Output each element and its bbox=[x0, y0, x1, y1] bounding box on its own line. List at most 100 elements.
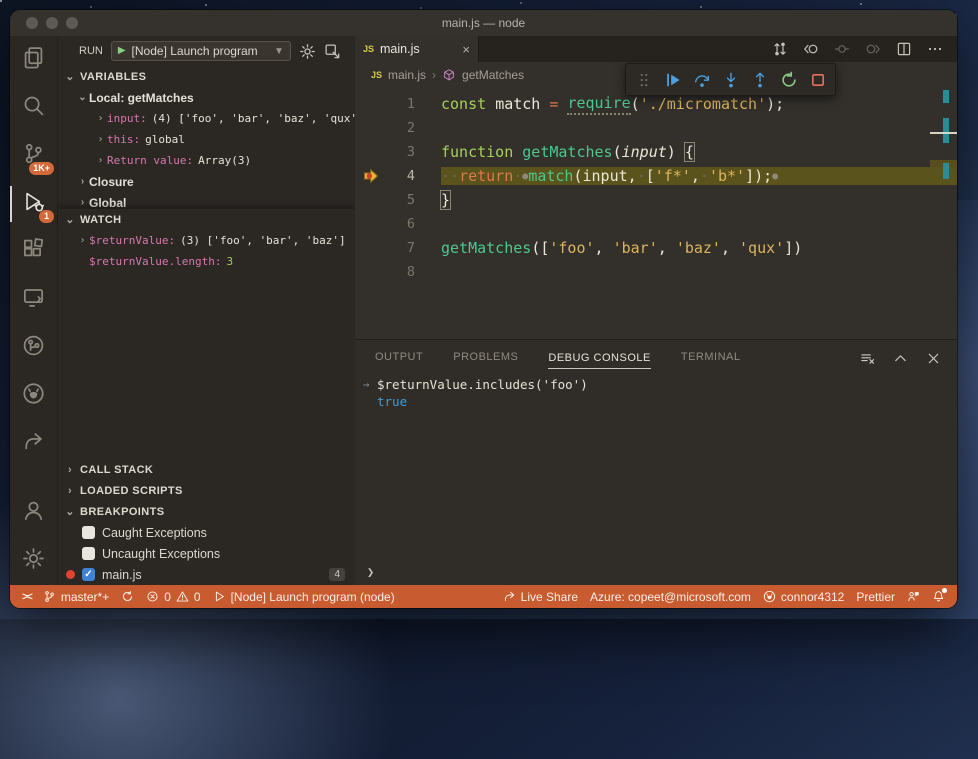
restart-button[interactable] bbox=[775, 67, 802, 92]
breadcrumb-symbol[interactable]: getMatches bbox=[462, 68, 524, 82]
code-text[interactable]: const match = require('./micromatch'); bbox=[441, 94, 957, 115]
status-notifications[interactable] bbox=[926, 585, 951, 608]
title-bar: main.js — node bbox=[10, 10, 957, 36]
activity-item-accounts[interactable] bbox=[10, 489, 57, 537]
code-line-4[interactable]: 4 ·· return · ● match(input, ·['f*', ·'b*']); ● bbox=[355, 164, 957, 188]
breakpoint-line-badge: 4 bbox=[329, 568, 345, 581]
status-prettier[interactable]: Prettier bbox=[850, 585, 901, 608]
code-text[interactable]: ·· return · ● match(input, ·['f*', ·'b*']); ● bbox=[441, 167, 957, 185]
code-text[interactable]: function getMatches(input) { bbox=[441, 143, 957, 161]
maximize-window-button[interactable] bbox=[66, 17, 78, 29]
drag-handle-icon bbox=[630, 67, 657, 92]
panel-tab-terminal[interactable]: TERMINAL bbox=[681, 351, 741, 365]
more-actions-icon[interactable] bbox=[927, 41, 943, 57]
code-text[interactable]: getMatches(['foo', 'bar', 'baz', 'qux']) bbox=[441, 239, 957, 257]
variables-section-header[interactable]: ⌄ VARIABLES bbox=[58, 66, 355, 87]
loaded-scripts-section-header[interactable]: › LOADED SCRIPTS bbox=[58, 480, 355, 501]
step-into-button[interactable] bbox=[717, 67, 744, 92]
code-line-3[interactable]: 3 function getMatches(input) { bbox=[355, 140, 957, 164]
activity-item-remote-explorer[interactable] bbox=[10, 276, 57, 324]
variable-row[interactable]: › Closure bbox=[58, 171, 355, 192]
status-azure-account[interactable]: Azure: copeet@microsoft.com bbox=[584, 585, 757, 608]
panel-tab-debug-console[interactable]: DEBUG CONSOLE bbox=[548, 352, 651, 369]
chevron-up-icon[interactable] bbox=[893, 351, 908, 366]
code-editor[interactable]: 1 const match = require('./micromatch'); 2… bbox=[355, 88, 957, 339]
close-panel-button[interactable] bbox=[926, 351, 941, 366]
continue-button[interactable] bbox=[659, 67, 686, 92]
watch-row[interactable]: $returnValue.length: 3 bbox=[58, 251, 355, 272]
breakpoint-row[interactable]: Caught Exceptions bbox=[58, 522, 355, 543]
chevron-right-icon: › bbox=[97, 155, 104, 166]
activity-item-live-share[interactable] bbox=[10, 420, 57, 468]
status-label: connor4312 bbox=[780, 589, 845, 604]
variable-row[interactable]: › input: (4) ['foo', 'bar', 'baz', 'qux'] bbox=[58, 108, 355, 129]
activity-item-source-control[interactable]: 1K+ bbox=[10, 132, 57, 180]
variable-row[interactable]: › Return value: Array(3) bbox=[58, 150, 355, 171]
activity-item-settings[interactable] bbox=[10, 537, 57, 585]
activity-item-explorer[interactable] bbox=[10, 36, 57, 84]
activity-item-github[interactable] bbox=[10, 372, 57, 420]
error-icon bbox=[146, 590, 159, 603]
activity-item-search[interactable] bbox=[10, 84, 57, 132]
breakpoint-checkbox[interactable]: ✓ bbox=[82, 568, 95, 581]
launch-config-dropdown[interactable]: ▶ [Node] Launch program ▼ bbox=[110, 41, 291, 61]
start-debug-icon[interactable]: ▶ bbox=[118, 46, 126, 56]
github-icon bbox=[763, 590, 776, 603]
compare-changes-icon[interactable] bbox=[772, 41, 788, 57]
watch-tree: › $returnValue: (3) ['foo', 'bar', 'baz'] $… bbox=[58, 230, 355, 272]
status-sync[interactable] bbox=[115, 585, 140, 608]
code-line-7[interactable]: 7 getMatches(['foo', 'bar', 'baz', 'qux']… bbox=[355, 236, 957, 260]
split-editor-icon[interactable] bbox=[896, 41, 912, 57]
variable-row[interactable]: › Global bbox=[58, 192, 355, 210]
status-live-share[interactable]: Live Share bbox=[497, 585, 584, 608]
code-line-8[interactable]: 8 bbox=[355, 260, 957, 284]
step-out-button[interactable] bbox=[746, 67, 773, 92]
clear-console-panel-button[interactable] bbox=[860, 351, 875, 366]
minimize-window-button[interactable] bbox=[46, 17, 58, 29]
breakpoint-row[interactable]: ✓ main.js 4 bbox=[58, 564, 355, 585]
stop-button[interactable] bbox=[804, 67, 831, 92]
breakpoints-section-header[interactable]: ⌄ BREAKPOINTS bbox=[58, 501, 355, 522]
panel-tab-problems[interactable]: PROBLEMS bbox=[453, 351, 518, 365]
close-window-button[interactable] bbox=[26, 17, 38, 29]
breakpoint-label: Caught Exceptions bbox=[102, 525, 207, 540]
configure-gear-button[interactable] bbox=[299, 43, 316, 60]
overview-ruler-mark bbox=[943, 163, 949, 179]
code-line-5[interactable]: 5} bbox=[355, 188, 957, 212]
code-line-6[interactable]: 6 bbox=[355, 212, 957, 236]
variable-row[interactable]: ⌄ Local: getMatches bbox=[58, 87, 355, 108]
status-github-account[interactable]: connor4312 bbox=[757, 585, 850, 608]
activity-item-run-and-debug[interactable]: 1 bbox=[10, 180, 57, 228]
status-problems[interactable]: 00 bbox=[140, 585, 206, 608]
run-label: RUN bbox=[79, 45, 103, 57]
status-remote-indicator[interactable]: >< bbox=[16, 585, 37, 608]
run-bar: RUN ▶ [Node] Launch program ▼ bbox=[58, 36, 355, 66]
status-feedback[interactable] bbox=[901, 585, 926, 608]
activity-badge: 1 bbox=[39, 210, 54, 223]
editor-actions bbox=[772, 36, 957, 62]
workbench: 1K+ 1 RUN ▶ [Node] Launch program ▼ ⌄ VAR… bbox=[10, 36, 957, 585]
watch-section-header[interactable]: ⌄ WATCH bbox=[58, 209, 355, 230]
breakpoint-checkbox[interactable] bbox=[82, 526, 95, 539]
console-prompt[interactable]: ❯ bbox=[367, 565, 374, 579]
variable-row[interactable]: › this: global bbox=[58, 129, 355, 150]
step-over-button[interactable] bbox=[688, 67, 715, 92]
panel-tab-output[interactable]: OUTPUT bbox=[375, 351, 423, 365]
debug-console-button[interactable] bbox=[324, 43, 341, 60]
status-git-branch[interactable]: master*+ bbox=[37, 585, 115, 608]
tab-main-js[interactable]: JS main.js × bbox=[355, 36, 479, 62]
breakpoint-row[interactable]: Uncaught Exceptions bbox=[58, 543, 355, 564]
activity-item-extensions[interactable] bbox=[10, 228, 57, 276]
debug-console[interactable]: → $returnValue.includes('foo') true ❯ bbox=[355, 376, 957, 585]
watch-row[interactable]: › $returnValue: (3) ['foo', 'bar', 'baz'] bbox=[58, 230, 355, 251]
status-debug-target[interactable]: [Node] Launch program (node) bbox=[207, 585, 401, 608]
close-tab-icon[interactable]: × bbox=[462, 42, 470, 57]
debug-current-line-icon[interactable] bbox=[355, 168, 387, 184]
activity-item-git-graph[interactable] bbox=[10, 324, 57, 372]
code-text[interactable]: } bbox=[441, 191, 957, 209]
breakpoint-checkbox[interactable] bbox=[82, 547, 95, 560]
call-stack-section-header[interactable]: › CALL STACK bbox=[58, 459, 355, 480]
step-back-icon[interactable] bbox=[803, 41, 819, 57]
breadcrumb-file[interactable]: main.js bbox=[388, 68, 426, 82]
code-line-2[interactable]: 2 bbox=[355, 116, 957, 140]
